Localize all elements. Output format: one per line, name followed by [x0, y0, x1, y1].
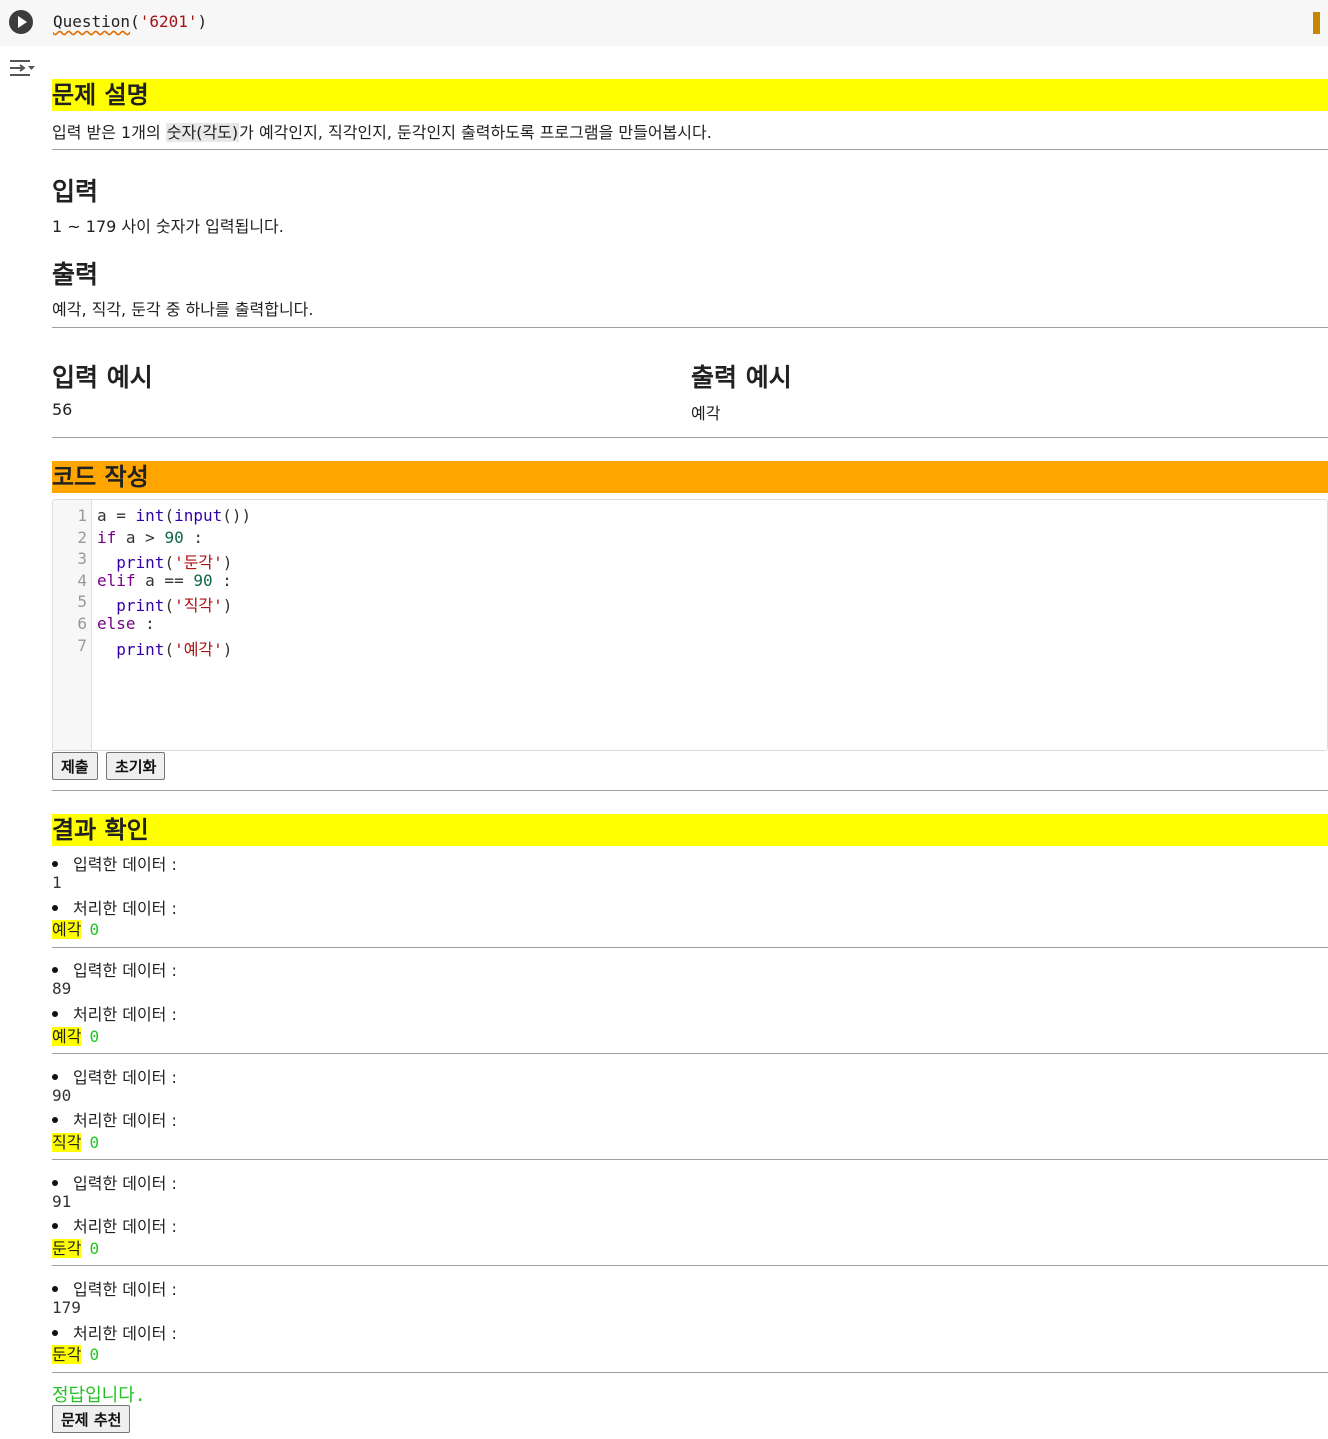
code-line-5[interactable]: print('직각')	[97, 592, 232, 616]
example-output: 예각	[691, 404, 721, 423]
result-input-label: 입력한 데이터 :	[52, 957, 177, 981]
output-settings-icon[interactable]	[8, 57, 36, 81]
result-input-value: 179	[52, 1298, 81, 1317]
result-output: 직각 0	[52, 1129, 99, 1153]
label-text: 처리한 데이터 :	[73, 1005, 177, 1024]
code-cell[interactable]: Question('6201')	[0, 0, 1328, 46]
result-output: 둔각 0	[52, 1235, 99, 1259]
result-input-value: 90	[52, 1086, 72, 1105]
desc-highlight: 숫자(각도)	[165, 123, 240, 142]
code-line-4[interactable]: elif a == 90 :	[97, 571, 232, 590]
divider	[52, 437, 1328, 438]
code-section-title: 코드 작성	[52, 461, 1328, 493]
play-circle-icon[interactable]	[9, 10, 33, 34]
cell-code[interactable]: Question('6201')	[53, 12, 207, 31]
divider	[52, 1159, 1328, 1160]
output-text: 예각, 직각, 둔각 중 하나를 출력합니다.	[52, 300, 314, 319]
output-value: 둔각	[52, 1239, 82, 1258]
result-input-label: 입력한 데이터 :	[52, 1064, 177, 1088]
label-text: 입력한 데이터 :	[73, 1174, 177, 1193]
result-input-label: 입력한 데이터 :	[52, 1170, 177, 1194]
code-paren-open: (	[130, 12, 140, 31]
score-value: 0	[89, 1133, 100, 1152]
score-value: 0	[89, 920, 100, 939]
label-text: 입력한 데이터 :	[73, 961, 177, 980]
result-input-value: 89	[52, 979, 72, 998]
desc-before: 입력 받은 1개의	[52, 123, 166, 142]
output-value: 예각	[52, 920, 82, 939]
code-paren-close: )	[197, 12, 208, 31]
label-text: 처리한 데이터 :	[73, 1111, 177, 1130]
line-number: 2	[77, 528, 87, 547]
code-line-6[interactable]: else :	[97, 614, 155, 633]
input-text: 1 ~ 179 사이 숫자가 입력됩니다.	[52, 217, 284, 236]
result-output-label: 처리한 데이터 :	[52, 1001, 177, 1025]
output-heading: 출력	[52, 260, 99, 289]
problem-description: 입력 받은 1개의 숫자(각도)가 예각인지, 직각인지, 둔각인지 출력하도록…	[52, 119, 712, 143]
score-value: 0	[89, 1345, 100, 1364]
label-text: 입력한 데이터 :	[73, 1280, 177, 1299]
result-output: 예각 0	[52, 916, 99, 940]
results-title: 결과 확인	[52, 814, 1328, 846]
result-output: 둔각 0	[52, 1341, 99, 1365]
line-number: 7	[77, 636, 87, 655]
divider	[52, 790, 1328, 791]
output-value: 둔각	[52, 1345, 82, 1364]
result-output-label: 처리한 데이터 :	[52, 1107, 177, 1131]
label-text: 입력한 데이터 :	[73, 1068, 177, 1087]
result-input-label: 입력한 데이터 :	[52, 851, 177, 875]
code-line-7[interactable]: print('예각')	[97, 636, 232, 660]
input-heading: 입력	[52, 177, 99, 206]
desc-after: 가 예각인지, 직각인지, 둔각인지 출력하도록 프로그램을 만들어봅시다.	[239, 123, 712, 142]
label-text: 입력한 데이터 :	[73, 855, 177, 874]
result-input-value: 1	[52, 873, 62, 892]
result-input-label: 입력한 데이터 :	[52, 1276, 177, 1300]
divider	[52, 1053, 1328, 1054]
output-value: 예각	[52, 1027, 82, 1046]
submit-button[interactable]: 제출	[52, 752, 98, 780]
reset-button[interactable]: 초기화	[106, 752, 166, 780]
example-input-heading: 입력 예시	[52, 363, 153, 392]
line-number-gutter: 1 2 3 4 5 6 7	[53, 500, 92, 750]
score-value: 0	[89, 1239, 100, 1258]
label-text: 처리한 데이터 :	[73, 1217, 177, 1236]
correct-message: 정답입니다.	[52, 1385, 146, 1406]
line-number: 3	[77, 549, 87, 568]
result-output-label: 처리한 데이터 :	[52, 1213, 177, 1237]
result-output: 예각 0	[52, 1023, 99, 1047]
score-value: 0	[89, 1027, 100, 1046]
code-line-1[interactable]: a = int(input())	[97, 506, 251, 525]
line-number: 1	[77, 506, 87, 525]
code-line-2[interactable]: if a > 90 :	[97, 528, 203, 547]
line-number: 6	[77, 614, 87, 633]
divider	[52, 1265, 1328, 1266]
divider	[52, 327, 1328, 328]
divider	[52, 947, 1328, 948]
output-value: 직각	[52, 1133, 82, 1152]
recommend-problem-button[interactable]: 문제 추천	[52, 1405, 131, 1433]
line-number: 4	[77, 571, 87, 590]
problem-title: 문제 설명	[52, 79, 1328, 111]
code-line-3[interactable]: print('둔각')	[97, 549, 232, 573]
cell-status-marker	[1313, 12, 1320, 34]
line-number: 5	[77, 592, 87, 611]
result-input-value: 91	[52, 1192, 72, 1211]
divider	[52, 149, 1328, 150]
code-argument: '6201'	[139, 12, 198, 31]
divider	[52, 1372, 1328, 1373]
code-editor[interactable]: 1 2 3 4 5 6 7 a = int(input()) if a > 90…	[52, 499, 1328, 751]
example-input: 56	[52, 400, 73, 419]
code-function: Question	[53, 12, 131, 31]
example-output-heading: 출력 예시	[691, 363, 792, 392]
